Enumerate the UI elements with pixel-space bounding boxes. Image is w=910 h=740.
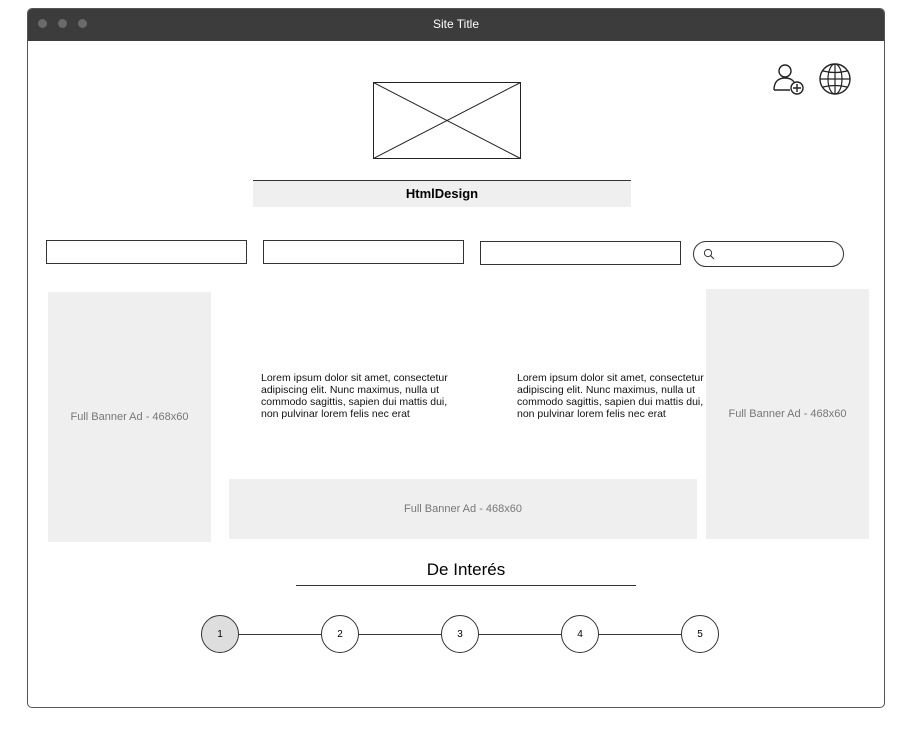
nav-field-1[interactable] [46, 240, 247, 264]
nav-field-3[interactable] [480, 241, 681, 265]
title-bar: Site Title [28, 9, 884, 41]
search-input[interactable] [693, 241, 844, 267]
image-placeholder-icon [373, 82, 521, 159]
page-button-2[interactable]: 2 [321, 615, 359, 653]
globe-icon[interactable] [818, 62, 852, 101]
section-title: De Interés [426, 560, 506, 579]
center-banner-ad[interactable]: Full Banner Ad - 468x60 [229, 479, 697, 539]
left-banner-ad[interactable]: Full Banner Ad - 468x60 [48, 292, 211, 542]
page-button-5[interactable]: 5 [681, 615, 719, 653]
page-button-3[interactable]: 3 [441, 615, 479, 653]
add-user-icon[interactable] [771, 62, 805, 101]
site-brand: HtmlDesign [253, 180, 631, 207]
browser-window: Site Title HtmlDesign Full Banner Ad - 4… [27, 8, 885, 708]
right-banner-ad[interactable]: Full Banner Ad - 468x60 [706, 289, 869, 539]
page-button-1[interactable]: 1 [201, 615, 239, 653]
page-button-4[interactable]: 4 [561, 615, 599, 653]
nav-field-2[interactable] [263, 240, 464, 264]
content-paragraph-2: Lorem ipsum dolor sit amet, consectetur … [517, 372, 704, 420]
window-title: Site Title [432, 17, 480, 31]
section-divider [296, 585, 636, 586]
content-paragraph-1: Lorem ipsum dolor sit amet, consectetur … [261, 372, 448, 420]
